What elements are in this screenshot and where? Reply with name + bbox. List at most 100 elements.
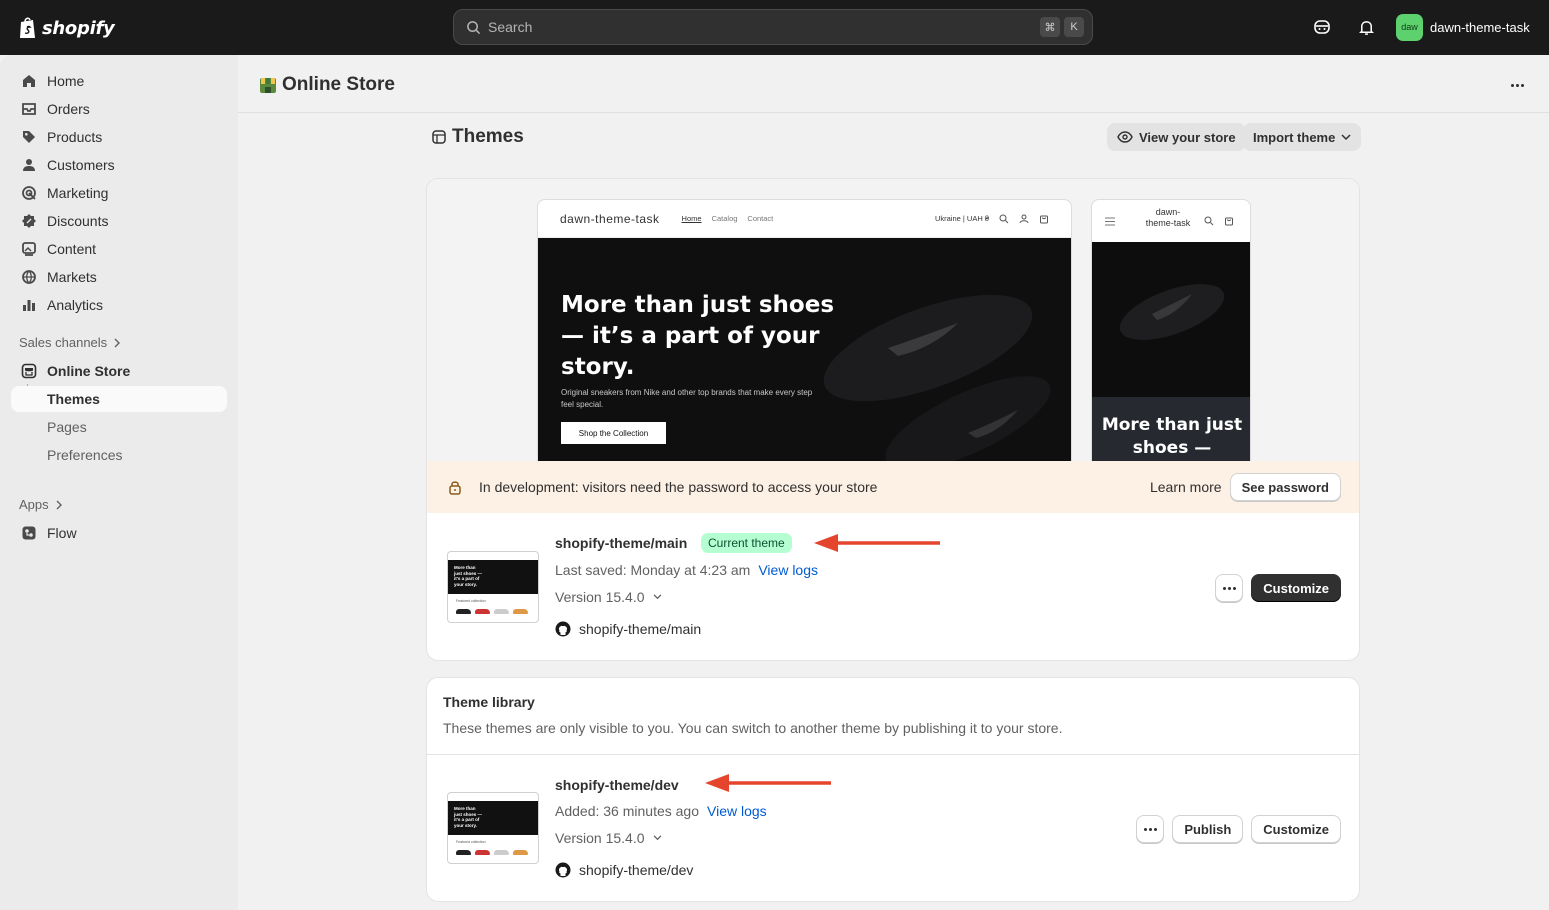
preview-nav-catalog: Catalog bbox=[711, 214, 738, 223]
version-text: Version 15.4.0 bbox=[555, 830, 645, 846]
preview-hero: More than just shoes — it’s a part of yo… bbox=[538, 238, 1071, 463]
annotation-arrow bbox=[814, 534, 940, 552]
globe-icon bbox=[22, 270, 36, 284]
library-theme-row: More than just shoes — it's a part of yo… bbox=[427, 755, 1359, 895]
apps-header[interactable]: Apps bbox=[19, 497, 63, 512]
sidebar-item-orders[interactable]: Orders bbox=[11, 96, 227, 122]
store-menu-button[interactable]: daw dawn-theme-task bbox=[1396, 13, 1530, 41]
theme-thumbnail: More than just shoes — it's a part of yo… bbox=[447, 792, 539, 864]
sidebar-item-analytics[interactable]: Analytics bbox=[11, 292, 227, 318]
sneaker-image bbox=[1119, 284, 1225, 340]
thumbnail-text: More than just shoes — it's a part of yo… bbox=[454, 806, 483, 828]
sidebar-item-flow[interactable]: Flow bbox=[11, 520, 227, 546]
sidebar-item-pages[interactable]: Pages bbox=[11, 414, 227, 440]
theme-library-title: Theme library bbox=[443, 694, 535, 710]
online-store-icon bbox=[260, 78, 276, 93]
dev-password-banner: In development: visitors need the passwo… bbox=[427, 461, 1359, 513]
store-avatar: daw bbox=[1396, 13, 1423, 41]
theme-added-meta: Added: 36 minutes ago View logs bbox=[555, 803, 767, 819]
mobile-preview-nav: dawn-theme-task bbox=[1092, 200, 1250, 242]
chevron-down-icon bbox=[1341, 133, 1351, 140]
sales-channels-header[interactable]: Sales channels bbox=[19, 335, 121, 350]
view-logs-link[interactable]: View logs bbox=[758, 562, 818, 578]
sidebar-item-online-store[interactable]: Online Store bbox=[11, 358, 227, 384]
version-dropdown[interactable]: Version 15.4.0 bbox=[555, 589, 662, 605]
sidebar-item-home[interactable]: Home bbox=[11, 68, 227, 94]
see-password-button[interactable]: See password bbox=[1229, 473, 1341, 501]
repo-name: shopify-theme/dev bbox=[579, 862, 694, 878]
last-saved-text: Last saved: Monday at 4:23 am bbox=[555, 562, 751, 578]
thumbnail-label: Featured collection bbox=[456, 840, 486, 844]
shopify-bag-icon bbox=[20, 17, 35, 38]
themes-heading: Themes bbox=[432, 126, 524, 148]
notifications-button[interactable] bbox=[1355, 16, 1377, 38]
search-bar[interactable]: Search ⌘ K bbox=[453, 9, 1093, 45]
page-header: Online Store bbox=[238, 55, 1549, 113]
sidebar-item-label: Discounts bbox=[47, 213, 109, 229]
theme-name: shopify-theme/dev bbox=[555, 777, 679, 793]
mobile-preview-heading: More than just shoes — bbox=[1101, 415, 1243, 458]
mobile-preview-brand: dawn-theme-task bbox=[1145, 207, 1191, 228]
image-icon bbox=[22, 242, 36, 256]
sidebar-item-customers[interactable]: Customers bbox=[11, 152, 227, 178]
theme-library-card: Theme library These themes are only visi… bbox=[426, 677, 1360, 902]
sales-channels-label: Sales channels bbox=[19, 335, 108, 350]
theme-more-actions[interactable] bbox=[1215, 574, 1244, 602]
theme-more-actions[interactable] bbox=[1136, 815, 1165, 843]
search-icon bbox=[1204, 216, 1214, 226]
mobile-preview-image bbox=[1092, 242, 1250, 397]
chevron-down-icon bbox=[653, 594, 661, 600]
sidebar-item-label: Flow bbox=[47, 525, 77, 541]
store-icon bbox=[21, 363, 37, 379]
version-dropdown[interactable]: Version 15.4.0 bbox=[555, 830, 662, 846]
mobile-preview: dawn-theme-task More than just shoes — bbox=[1091, 199, 1251, 464]
view-store-button[interactable]: View your store bbox=[1107, 123, 1246, 151]
top-bar: shopify Search ⌘ K daw dawn-theme-task bbox=[0, 0, 1549, 55]
sidebar-item-label: Analytics bbox=[47, 297, 104, 313]
annotation-arrow bbox=[705, 774, 831, 792]
shopify-logo[interactable]: shopify bbox=[18, 14, 115, 42]
eye-icon bbox=[1117, 131, 1133, 143]
theme-library-description: These themes are only visible to you. Yo… bbox=[443, 720, 1063, 736]
sidekick-button[interactable] bbox=[1311, 16, 1333, 38]
target-icon bbox=[22, 186, 36, 200]
current-theme-badge: Current theme bbox=[701, 533, 792, 553]
import-theme-label: Import theme bbox=[1253, 129, 1336, 145]
chevron-right-icon bbox=[114, 338, 121, 347]
themes-icon bbox=[432, 130, 446, 144]
kbd-k: K bbox=[1064, 17, 1084, 37]
github-repo[interactable]: shopify-theme/dev bbox=[555, 862, 693, 878]
sidebar-item-products[interactable]: Products bbox=[11, 124, 227, 150]
person-icon bbox=[23, 159, 35, 171]
page-title: Online Store bbox=[258, 74, 395, 96]
sidebar-item-discounts[interactable]: Discounts bbox=[11, 208, 227, 234]
banner-text: In development: visitors need the passwo… bbox=[479, 479, 878, 495]
sidebar-item-content[interactable]: Content bbox=[11, 236, 227, 262]
added-text: Added: 36 minutes ago bbox=[555, 803, 699, 819]
publish-button[interactable]: Publish bbox=[1172, 815, 1244, 843]
sidebar-item-marketing[interactable]: Marketing bbox=[11, 180, 227, 206]
cart-icon bbox=[1225, 217, 1233, 226]
sidebar-item-preferences[interactable]: Preferences bbox=[11, 442, 227, 468]
sidebar-item-themes[interactable]: Themes bbox=[11, 386, 227, 412]
sidebar-item-label: Customers bbox=[47, 157, 115, 173]
preview-locale: Ukraine | UAH ₴ bbox=[934, 214, 989, 223]
repo-name: shopify-theme/main bbox=[579, 621, 702, 637]
github-repo[interactable]: shopify-theme/main bbox=[555, 621, 701, 637]
search-placeholder: Search bbox=[488, 19, 533, 35]
cart-icon bbox=[1040, 215, 1048, 223]
sidekick-icon bbox=[1314, 20, 1330, 34]
bar-chart-icon bbox=[23, 300, 35, 311]
view-logs-link[interactable]: View logs bbox=[707, 803, 767, 819]
themes-title: Themes bbox=[452, 126, 524, 147]
import-theme-button[interactable]: Import theme bbox=[1243, 123, 1362, 151]
theme-preview: dawn-theme-task Home Catalog Contact Ukr… bbox=[427, 179, 1359, 464]
hamburger-icon bbox=[1105, 217, 1115, 226]
customize-button[interactable]: Customize bbox=[1251, 815, 1341, 843]
page-more-actions[interactable] bbox=[1507, 75, 1527, 95]
logo-text: shopify bbox=[42, 17, 115, 39]
mobile-preview-hero: More than just shoes — bbox=[1092, 397, 1250, 463]
learn-more-link[interactable]: Learn more bbox=[1150, 479, 1222, 495]
customize-button[interactable]: Customize bbox=[1251, 574, 1341, 602]
sidebar-item-markets[interactable]: Markets bbox=[11, 264, 227, 290]
